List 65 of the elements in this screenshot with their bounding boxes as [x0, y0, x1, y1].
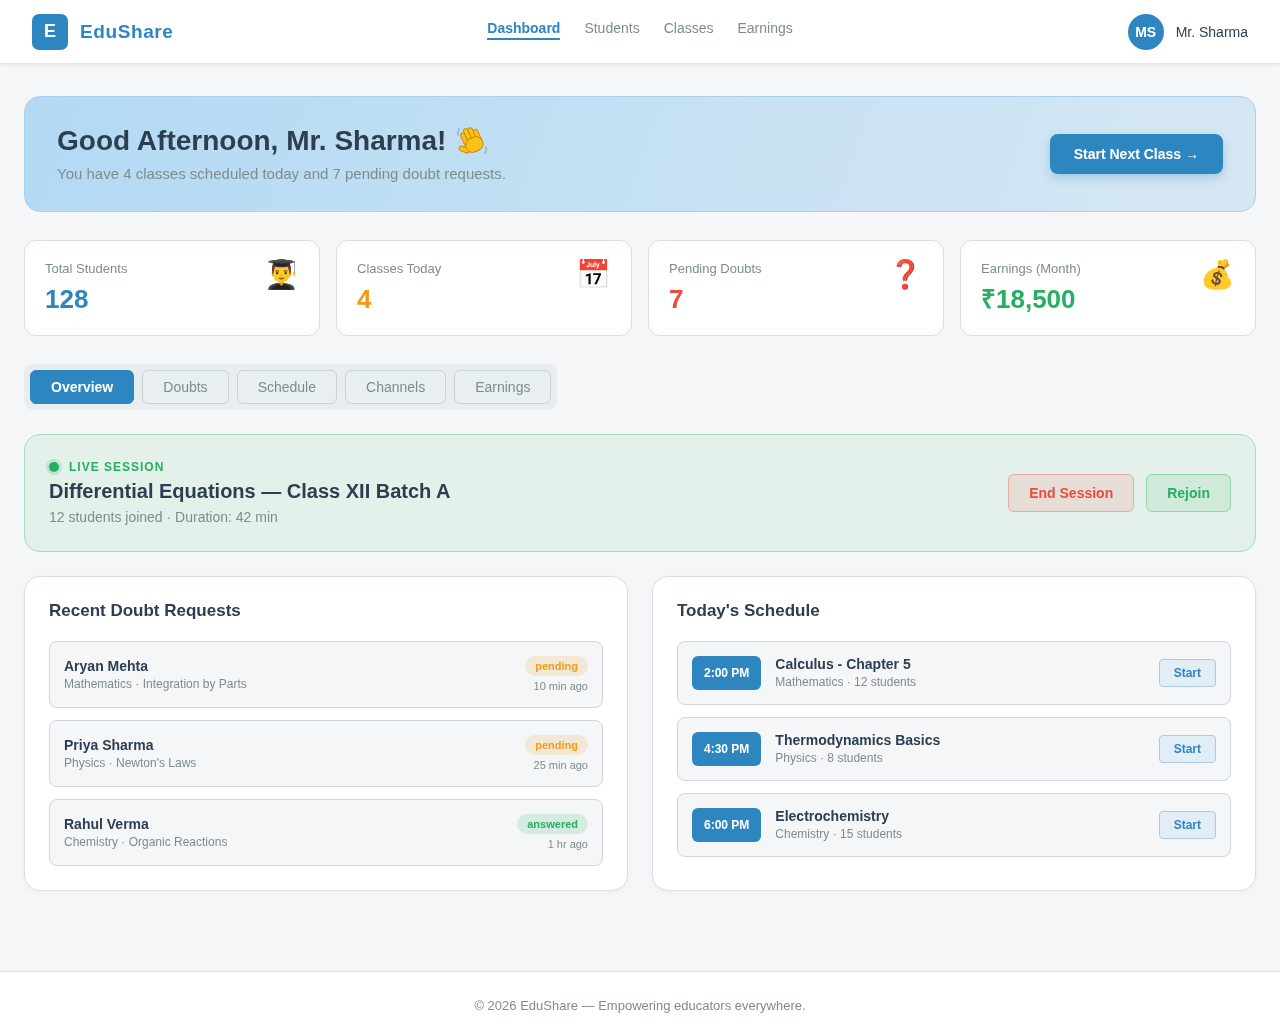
- welcome-title: Good Afternoon, Mr. Sharma!: [57, 124, 447, 158]
- status-dot-icon: [49, 462, 59, 472]
- waving-hand-icon: [456, 125, 489, 157]
- start-class-button[interactable]: Start: [1158, 735, 1216, 763]
- end-session-button[interactable]: End Session: [1008, 474, 1135, 512]
- class-time: 6:00 PM: [692, 808, 762, 842]
- start-class-button[interactable]: Start: [1158, 659, 1216, 687]
- student-name: Rahul Verma: [64, 815, 149, 833]
- logo-icon: E: [32, 13, 68, 50]
- tab[interactable]: Channels: [345, 370, 447, 404]
- stat-value: 4: [357, 283, 372, 315]
- class-details: Mathematics · 12 students: [775, 675, 917, 690]
- student-name: Priya Sharma: [64, 736, 154, 754]
- tab[interactable]: Doubts: [142, 370, 229, 404]
- doubt-request-item[interactable]: Aryan Mehta Mathematics · Integration by Parts pending 10 min ago: [49, 641, 603, 708]
- stat-label: Classes Today: [357, 261, 442, 277]
- start-class-button[interactable]: Start: [1158, 811, 1216, 839]
- status-badge: pending: [525, 735, 588, 755]
- class-title: Calculus - Chapter 5: [775, 656, 911, 673]
- request-time: 10 min ago: [533, 679, 588, 693]
- class-title: Thermodynamics Basics: [775, 732, 941, 749]
- student-name: Aryan Mehta: [64, 657, 149, 675]
- doubt-request-item[interactable]: Priya Sharma Physics · Newton's Laws pending 25 min ago: [49, 720, 603, 787]
- question-mark-icon: ❓: [888, 261, 923, 289]
- stat-value: 128: [45, 283, 89, 315]
- tab[interactable]: Earnings: [454, 370, 552, 404]
- stat-value: 7: [669, 283, 684, 315]
- class-title: Electrochemistry: [775, 808, 889, 825]
- class-details: Physics · 8 students: [775, 751, 883, 766]
- class-time: 2:00 PM: [692, 656, 762, 690]
- nav-link[interactable]: Dashboard: [487, 19, 561, 40]
- stat-value: ₹18,500: [981, 283, 1076, 315]
- panel-title: Recent Doubt Requests: [49, 601, 241, 621]
- class-details: Chemistry · 15 students: [775, 827, 903, 842]
- user-avatar[interactable]: MS: [1127, 13, 1164, 50]
- request-time: 25 min ago: [533, 758, 588, 772]
- doubt-topic: Chemistry · Organic Reactions: [64, 834, 228, 850]
- status-badge: answered: [517, 814, 588, 834]
- stat-label: Earnings (Month): [981, 261, 1081, 277]
- welcome-subtitle: You have 4 classes scheduled today and 7 pending doubt requests.: [57, 164, 506, 184]
- request-time: 1 hr ago: [547, 837, 588, 851]
- nav-link[interactable]: Students: [584, 19, 640, 40]
- rejoin-button[interactable]: Rejoin: [1146, 474, 1231, 512]
- doubt-request-item[interactable]: Rahul Verma Chemistry · Organic Reactions answered 1 hr ago: [49, 799, 603, 866]
- class-time: 4:30 PM: [692, 732, 762, 766]
- start-next-class-button[interactable]: Start Next Class →: [1049, 134, 1223, 174]
- doubt-topic: Mathematics · Integration by Parts: [64, 676, 247, 692]
- doubt-topic: Physics · Newton's Laws: [64, 755, 197, 771]
- stat-label: Pending Doubts: [669, 261, 762, 277]
- status-badge: pending: [525, 656, 588, 676]
- stat-label: Total Students: [45, 261, 128, 277]
- nav-link[interactable]: Earnings: [737, 19, 793, 40]
- graduate-icon: 👨‍🎓: [264, 261, 299, 289]
- brand-name: EduShare: [80, 20, 174, 43]
- session-title: Differential Equations — Class XII Batch A: [49, 479, 451, 503]
- session-details: 12 students joined · Duration: 42 min: [49, 508, 278, 527]
- calendar-icon: 📅: [576, 261, 611, 289]
- user-name: Mr. Sharma: [1175, 23, 1248, 40]
- tab[interactable]: Overview: [30, 370, 135, 404]
- tab[interactable]: Schedule: [236, 370, 337, 404]
- nav-link[interactable]: Classes: [663, 19, 714, 40]
- footer-text: © 2026 EduShare — Empowering educators everywhere.: [474, 998, 806, 1013]
- live-session-label: LIVE SESSION: [69, 459, 165, 475]
- panel-title: Today's Schedule: [677, 601, 820, 621]
- money-bag-icon: 💰: [1200, 261, 1235, 289]
